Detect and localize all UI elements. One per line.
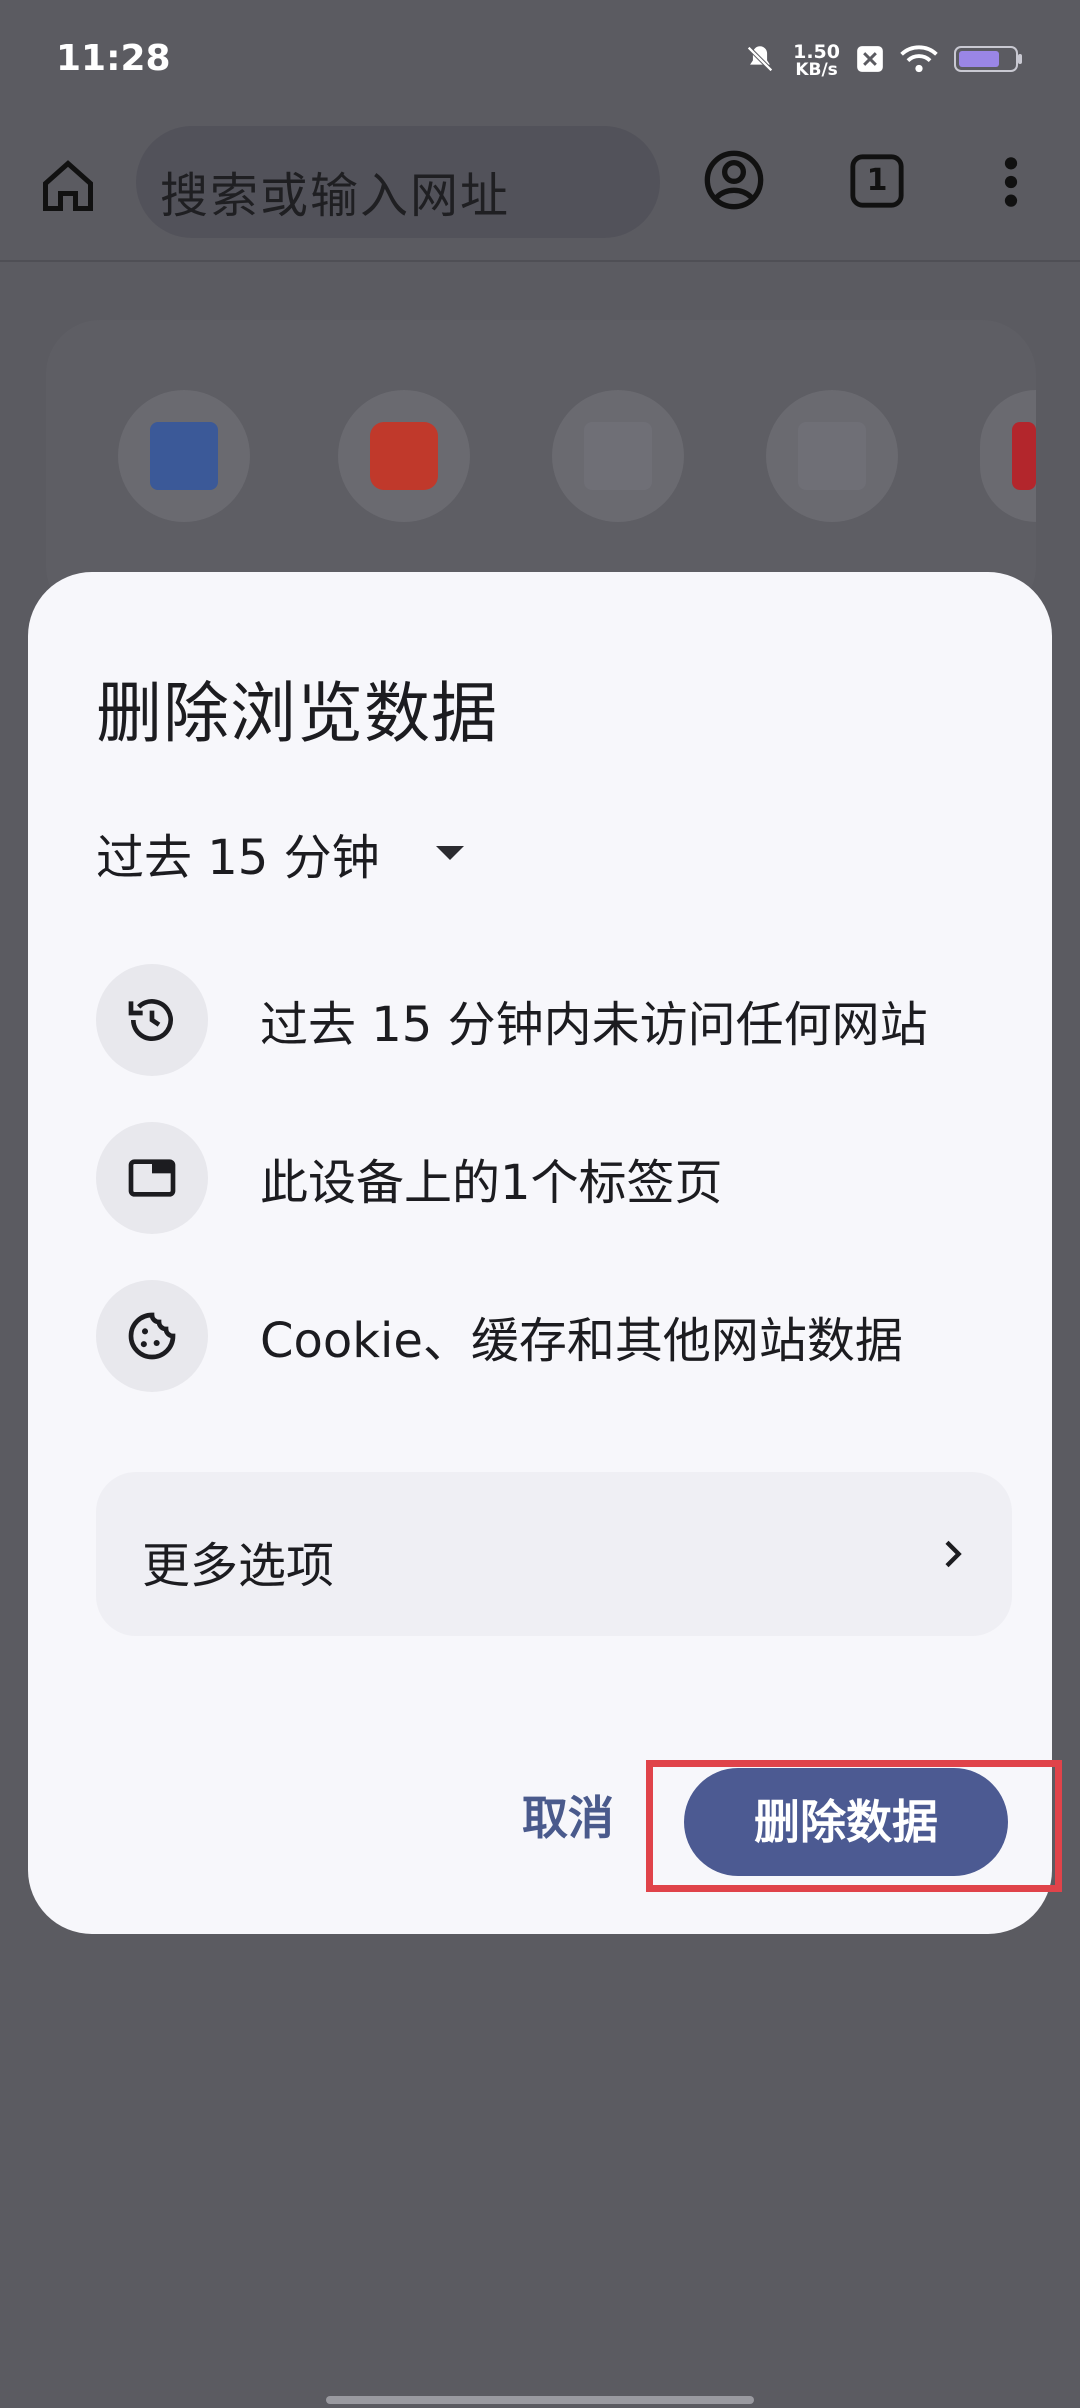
shortcut-espn[interactable] <box>980 390 1036 522</box>
wifi-icon <box>900 44 938 78</box>
cookie-icon <box>96 1280 208 1392</box>
summary-cookies-text: Cookie、缓存和其他网站数据 <box>260 1313 903 1369</box>
tab-switcher-button[interactable]: 1 <box>848 152 906 210</box>
time-range-label: 过去 15 分钟 <box>96 830 380 886</box>
summary-tabs: 此设备上的1个标签页 <box>96 1122 723 1234</box>
more-options-button[interactable]: 更多选项 <box>96 1472 1012 1636</box>
summary-history-text: 过去 15 分钟内未访问任何网站 <box>260 997 928 1053</box>
shortcut-amazon[interactable] <box>552 390 684 522</box>
facebook-icon <box>150 422 218 490</box>
browser-toolbar: 搜索或输入网址 1 <box>0 120 1080 262</box>
cancel-button[interactable]: 取消 <box>478 1768 658 1868</box>
home-icon[interactable] <box>38 156 98 216</box>
battery-icon <box>954 44 1024 78</box>
status-time: 11:28 <box>56 38 171 79</box>
account-icon[interactable] <box>702 148 766 212</box>
shortcut-wikipedia[interactable] <box>766 390 898 522</box>
bell-off-icon <box>743 42 777 80</box>
wikipedia-icon <box>798 422 866 490</box>
dialog-title: 删除浏览数据 <box>96 675 498 752</box>
network-speed: 1.50 KB/s <box>793 43 840 79</box>
shortcut-youtube[interactable] <box>338 390 470 522</box>
tab-icon <box>96 1122 208 1234</box>
highlight-box <box>646 1760 1062 1892</box>
status-icons: 1.50 KB/s <box>743 42 1024 80</box>
time-range-dropdown[interactable]: 过去 15 分钟 <box>96 818 464 888</box>
history-icon <box>96 964 208 1076</box>
espn-icon <box>1012 422 1036 490</box>
dropdown-caret-icon <box>435 846 464 860</box>
summary-tabs-text: 此设备上的1个标签页 <box>260 1155 723 1211</box>
summary-cookies: Cookie、缓存和其他网站数据 <box>96 1280 903 1392</box>
summary-history: 过去 15 分钟内未访问任何网站 <box>96 964 928 1076</box>
shortcut-facebook[interactable] <box>118 390 250 522</box>
omnibox[interactable]: 搜索或输入网址 <box>136 126 660 238</box>
omnibox-placeholder: 搜索或输入网址 <box>160 168 511 224</box>
overflow-menu-icon[interactable] <box>994 150 1028 214</box>
youtube-icon <box>370 422 438 490</box>
tab-count: 1 <box>866 163 888 198</box>
clear-browsing-data-dialog: 删除浏览数据 过去 15 分钟 过去 15 分钟内未访问任何网站 此设备上的1个… <box>28 572 1052 1934</box>
gesture-bar[interactable] <box>326 2396 754 2404</box>
x-app-icon <box>856 45 884 77</box>
more-options-label: 更多选项 <box>142 1538 335 1594</box>
status-bar: 11:28 1.50 KB/s <box>0 0 1080 120</box>
chevron-right-icon <box>932 1532 972 1576</box>
net-speed-unit: KB/s <box>795 60 838 80</box>
amazon-icon <box>584 422 652 490</box>
